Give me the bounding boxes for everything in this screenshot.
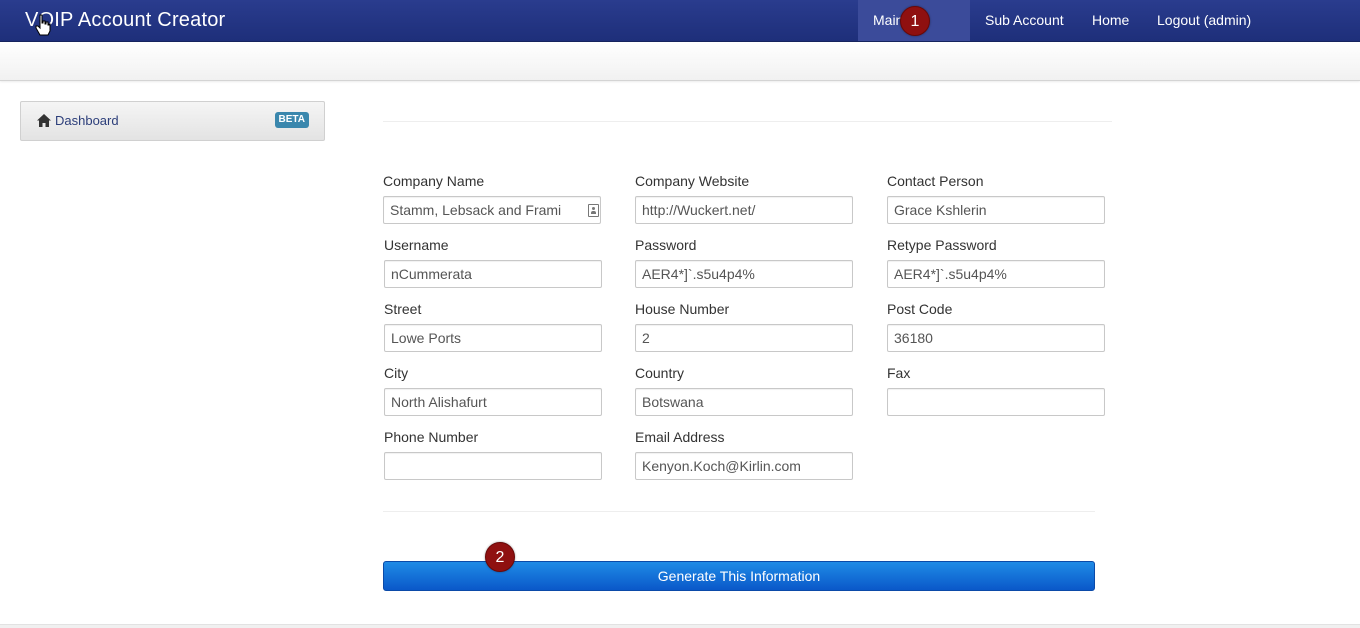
post-code-input[interactable] [887, 324, 1105, 352]
password-input[interactable] [635, 260, 853, 288]
retype-password-label: Retype Password [887, 237, 997, 253]
sub-toolbar [0, 42, 1360, 81]
home-icon [37, 114, 51, 127]
street-input[interactable] [384, 324, 602, 352]
house-number-input[interactable] [635, 324, 853, 352]
sidebar-item-dashboard[interactable]: Dashboard BETA [20, 101, 325, 141]
company-name-label: Company Name [383, 173, 485, 189]
post-code-label: Post Code [887, 301, 953, 317]
nav-sub-account[interactable]: Sub Account [970, 0, 1079, 41]
step-marker-2: 2 [485, 542, 515, 572]
house-number-label: House Number [635, 301, 730, 317]
beta-badge: BETA [274, 112, 309, 128]
city-label: City [384, 365, 409, 381]
contact-person-input[interactable] [887, 196, 1105, 224]
email-address-input[interactable] [635, 452, 853, 480]
country-label: Country [635, 365, 685, 381]
footer-divider [0, 624, 1360, 628]
hand-cursor-icon [35, 14, 51, 36]
password-label: Password [635, 237, 697, 253]
phone-number-label: Phone Number [384, 429, 479, 445]
nav-logout[interactable]: Logout (admin) [1142, 0, 1266, 41]
nav-home[interactable]: Home [1077, 0, 1144, 41]
contact-card-icon[interactable] [588, 204, 599, 217]
fax-input[interactable] [887, 388, 1105, 416]
username-label: Username [384, 237, 449, 253]
company-website-input[interactable] [635, 196, 853, 224]
street-label: Street [384, 301, 422, 317]
fax-label: Fax [887, 365, 911, 381]
retype-password-input[interactable] [887, 260, 1105, 288]
app-brand[interactable]: VOIP Account Creator [25, 9, 225, 32]
step-marker-1: 1 [900, 6, 930, 36]
divider-bottom [383, 511, 1095, 512]
email-address-label: Email Address [635, 429, 725, 445]
top-navbar: VOIP Account Creator Main Account Sub Ac… [0, 0, 1360, 69]
phone-number-input[interactable] [384, 452, 602, 480]
country-input[interactable] [635, 388, 853, 416]
company-website-label: Company Website [635, 173, 750, 189]
contact-person-label: Contact Person [887, 173, 984, 189]
company-name-input[interactable] [383, 196, 601, 224]
sidebar-item-label: Dashboard [55, 113, 119, 128]
city-input[interactable] [384, 388, 602, 416]
divider-top [383, 121, 1112, 122]
username-input[interactable] [384, 260, 602, 288]
